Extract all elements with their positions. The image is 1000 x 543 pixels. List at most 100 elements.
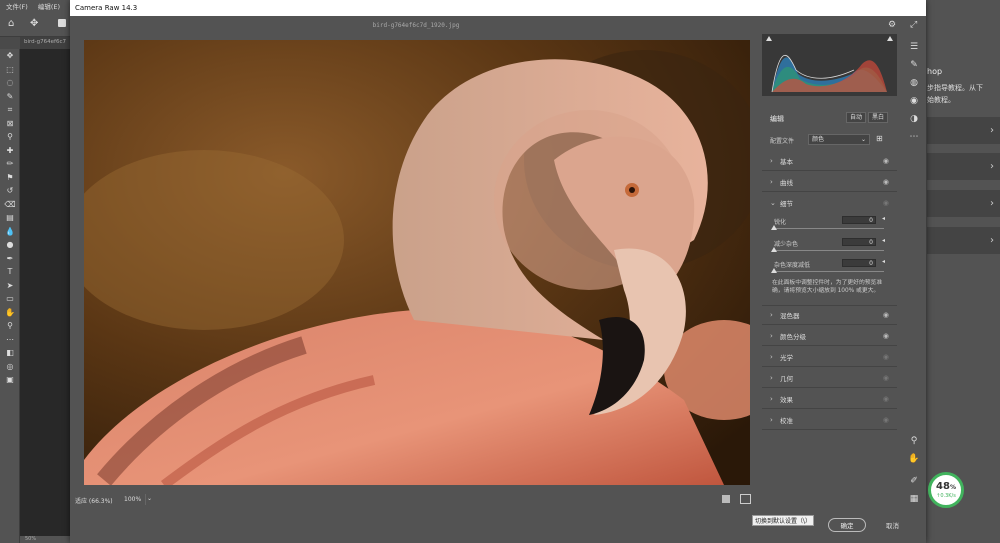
edit-sliders-icon[interactable]: ☰ [907, 40, 921, 54]
presets-icon[interactable]: ◑ [907, 112, 921, 126]
pen-tool-icon[interactable]: ✒ [0, 252, 20, 266]
blur-tool-icon[interactable]: 💧 [0, 225, 20, 239]
section-color-mixer[interactable]: › 混色器 ◉ [762, 305, 897, 325]
home-icon[interactable]: ⌂ [8, 18, 14, 29]
red-eye-icon[interactable]: ◉ [907, 94, 921, 108]
section-basic[interactable]: › 基本 ◉ [762, 151, 897, 171]
profile-browser-icon[interactable]: ⊞ [876, 134, 883, 143]
auto-button[interactable]: 自动 [846, 112, 866, 123]
color-swatches-icon[interactable]: ◧ [0, 346, 20, 360]
marquee-tool-icon[interactable]: ⬚ [0, 63, 20, 77]
section-effects[interactable]: › 效果 ◉ [762, 389, 897, 409]
tutorial-card[interactable]: › [927, 117, 1000, 144]
document-tab[interactable]: bird-g764ef6c7 [20, 37, 72, 49]
zoom-tool-icon[interactable]: ⚲ [0, 319, 20, 333]
crop-tool-icon[interactable]: ⌗ [0, 103, 20, 117]
brush-tool-icon[interactable]: ✏ [0, 157, 20, 171]
section-color-grading[interactable]: › 颜色分级 ◉ [762, 326, 897, 346]
color-noise-slider-track[interactable] [774, 271, 884, 272]
screen-mode-icon[interactable]: ▣ [0, 373, 20, 387]
section-curves[interactable]: › 曲线 ◉ [762, 172, 897, 192]
single-view-icon[interactable] [722, 495, 730, 503]
masking-icon[interactable]: ◍ [907, 76, 921, 90]
profile-select[interactable]: 颜色 ⌄ [808, 134, 870, 145]
eye-icon[interactable]: ◉ [883, 178, 889, 186]
zoom-tool-icon[interactable]: ⚲ [907, 434, 921, 448]
sharpen-value[interactable]: 0 [842, 216, 876, 224]
grid-overlay-icon[interactable]: ▦ [907, 492, 921, 506]
section-detail[interactable]: ⌄ 细节 ◉ [762, 193, 897, 213]
highlight-clipping-icon[interactable] [887, 36, 893, 41]
frame-tool-icon[interactable]: ⊠ [0, 117, 20, 131]
path-select-icon[interactable]: ➤ [0, 279, 20, 293]
quick-select-icon[interactable]: ✎ [0, 90, 20, 104]
color-noise-value[interactable]: 0 [842, 259, 876, 267]
type-tool-icon[interactable]: T [0, 265, 20, 279]
reset-arrow-icon[interactable]: ◂ [882, 215, 885, 222]
heal-brush-icon[interactable]: ✎ [907, 58, 921, 72]
eye-icon[interactable]: ◉ [883, 395, 889, 403]
ok-button[interactable]: 确定 [828, 518, 866, 532]
badge-percent-row: 48% [936, 480, 956, 493]
sharpen-slider-knob[interactable] [771, 225, 777, 230]
image-preview[interactable] [84, 40, 750, 485]
zoom-value[interactable]: 100% [120, 494, 146, 505]
history-brush-icon[interactable]: ↺ [0, 184, 20, 198]
color-noise-slider-knob[interactable] [771, 268, 777, 273]
black-white-button[interactable]: 黑白 [868, 112, 888, 123]
fullscreen-icon[interactable]: ⤢ [910, 20, 917, 30]
hand-tool-icon[interactable]: ✋ [907, 452, 921, 466]
chevron-right-icon: › [770, 156, 773, 165]
shadow-clipping-icon[interactable] [766, 36, 772, 41]
eye-icon[interactable]: ◉ [883, 374, 889, 382]
eye-icon[interactable]: ◉ [883, 353, 889, 361]
eye-icon[interactable]: ◉ [883, 157, 889, 165]
lasso-tool-icon[interactable]: ◌ [0, 76, 20, 90]
auto-select-checkbox[interactable] [58, 19, 66, 27]
dodge-tool-icon[interactable]: ● [0, 238, 20, 252]
ps-menu-edit[interactable]: 编辑(E) [38, 1, 60, 11]
tutorial-card[interactable]: › [927, 227, 1000, 254]
healing-brush-icon[interactable]: ✚ [0, 144, 20, 158]
settings-gear-icon[interactable]: ⚙ [888, 20, 896, 30]
stamp-tool-icon[interactable]: ⚑ [0, 171, 20, 185]
more-tools-icon[interactable]: ⋯ [0, 333, 20, 347]
sampler-tool-icon[interactable]: ✐ [907, 474, 921, 488]
before-after-icon[interactable] [740, 494, 751, 504]
move-tool-icon[interactable]: ✥ [30, 18, 38, 29]
move-tool-icon[interactable]: ✥ [0, 49, 20, 63]
eyedropper-icon[interactable]: ⚲ [0, 130, 20, 144]
chevron-down-icon[interactable]: ⌄ [147, 495, 152, 502]
more-options-icon[interactable]: ⋯ [907, 130, 921, 144]
section-label: 几何 [780, 374, 793, 383]
fit-zoom-button[interactable]: 适应 (66.3%) [75, 496, 113, 505]
eye-icon[interactable]: ◉ [883, 199, 889, 207]
eye-icon[interactable]: ◉ [883, 332, 889, 340]
network-speed-badge[interactable]: 48% ↑0.3K/s [928, 472, 964, 508]
section-optics[interactable]: › 光学 ◉ [762, 347, 897, 367]
eye-icon[interactable]: ◉ [883, 311, 889, 319]
noise-value[interactable]: 0 [842, 238, 876, 246]
section-label: 曲线 [780, 178, 793, 187]
noise-slider-track[interactable] [774, 250, 884, 251]
quick-mask-icon[interactable]: ◎ [0, 360, 20, 374]
chevron-right-icon: › [770, 177, 773, 186]
reset-arrow-icon[interactable]: ◂ [882, 237, 885, 244]
ps-menu-file[interactable]: 文件(F) [6, 1, 28, 11]
eye-icon[interactable]: ◉ [883, 416, 889, 424]
chevron-right-icon: › [770, 415, 773, 424]
badge-percent: 48 [936, 480, 950, 492]
eraser-icon[interactable]: ⌫ [0, 198, 20, 212]
detail-hint-text: 在此面板中调整控件时，为了更好的预览准确，请将预览大小缩放到 100% 或更大。 [772, 280, 883, 294]
sharpen-slider-track[interactable] [774, 228, 884, 229]
tutorial-card[interactable]: › [927, 153, 1000, 180]
section-calibration[interactable]: › 校准 ◉ [762, 410, 897, 430]
section-geometry[interactable]: › 几何 ◉ [762, 368, 897, 388]
gradient-tool-icon[interactable]: ▤ [0, 211, 20, 225]
hand-tool-icon[interactable]: ✋ [0, 306, 20, 320]
noise-slider-knob[interactable] [771, 247, 777, 252]
cancel-button[interactable]: 取消 [886, 520, 899, 530]
shape-tool-icon[interactable]: ▭ [0, 292, 20, 306]
reset-arrow-icon[interactable]: ◂ [882, 258, 885, 265]
tutorial-card[interactable]: › [927, 190, 1000, 217]
